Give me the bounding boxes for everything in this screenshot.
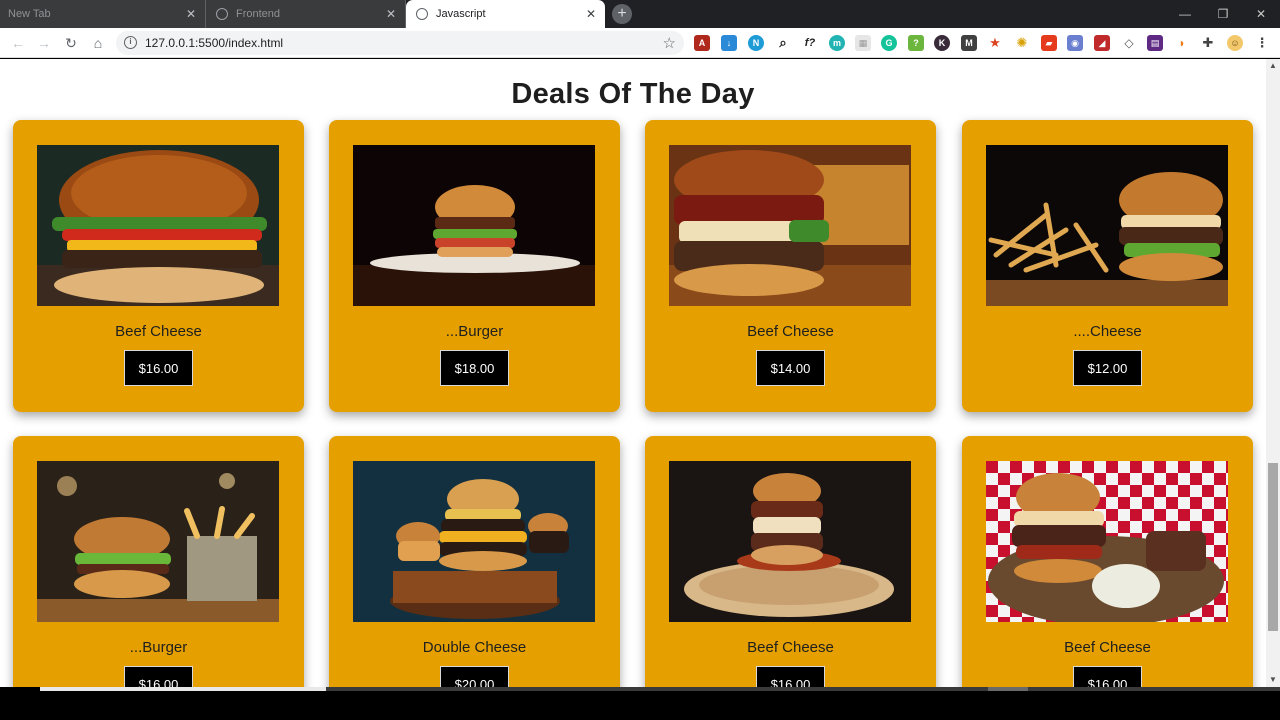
- product-name: Double Cheese: [422, 639, 527, 656]
- tag-extension-icon[interactable]: ◇: [1121, 35, 1137, 51]
- burger-image: [669, 461, 911, 622]
- product-card[interactable]: Beef Cheese $16.00: [645, 436, 936, 687]
- window-close-icon[interactable]: ✕: [1242, 0, 1280, 28]
- camera-extension-icon[interactable]: ◉: [1067, 35, 1083, 51]
- minimize-icon[interactable]: —: [1166, 0, 1204, 28]
- price-button[interactable]: $16.00: [124, 666, 193, 687]
- url-text: 127.0.0.1:5500/index.html: [145, 36, 284, 50]
- home-icon[interactable]: ⌂: [89, 34, 107, 52]
- burger-image: [986, 461, 1228, 622]
- maximize-icon[interactable]: ❐: [1204, 0, 1242, 28]
- product-name: Beef Cheese: [1064, 639, 1151, 656]
- tab-title: Javascript: [436, 8, 486, 20]
- product-name: Beef Cheese: [747, 323, 834, 340]
- bookmark-star-icon[interactable]: ☆: [663, 34, 676, 52]
- vertical-scrollbar[interactable]: ▲ ▼: [1266, 59, 1280, 687]
- burger-image: [353, 145, 595, 306]
- star-extension-icon[interactable]: ★: [987, 35, 1003, 51]
- brush-extension-icon[interactable]: ◗: [1174, 35, 1190, 51]
- tab-frontend[interactable]: Frontend ✕: [206, 0, 406, 28]
- n-extension-icon[interactable]: N: [748, 35, 764, 51]
- section-title: Deals Of The Day: [511, 78, 755, 110]
- taskbar-divider: [326, 687, 1280, 691]
- product-name: Beef Cheese: [115, 323, 202, 340]
- globe-icon: [216, 8, 228, 20]
- grammarly-extension-icon[interactable]: G: [881, 35, 897, 51]
- product-name: ...Burger: [445, 323, 504, 340]
- price-button[interactable]: $14.00: [756, 350, 825, 386]
- back-icon[interactable]: ←: [9, 34, 27, 52]
- product-name: ...Burger: [129, 639, 188, 656]
- magnifier-extension-icon[interactable]: ⌕: [775, 35, 791, 51]
- product-card[interactable]: Beef Cheese $16.00: [13, 120, 304, 412]
- product-card[interactable]: Beef Cheese $14.00: [645, 120, 936, 412]
- pdf-extension-icon[interactable]: A: [694, 35, 710, 51]
- product-name: Beef Cheese: [747, 639, 834, 656]
- k-extension-icon[interactable]: K: [934, 35, 950, 51]
- price-button[interactable]: $16.00: [124, 350, 193, 386]
- burger-image: [37, 145, 279, 306]
- price-button[interactable]: $20.00: [440, 666, 509, 687]
- price-button[interactable]: $16.00: [1073, 666, 1142, 687]
- grid-extension-icon[interactable]: ▦: [855, 35, 871, 51]
- product-card[interactable]: ...Burger $16.00: [13, 436, 304, 687]
- taskbar: [0, 687, 1280, 720]
- burger-image: [37, 461, 279, 622]
- product-card[interactable]: ....Cheese $12.00: [962, 120, 1253, 412]
- globe-icon: [416, 8, 428, 20]
- address-bar[interactable]: i 127.0.0.1:5500/index.html ☆: [116, 31, 684, 55]
- new-tab-button[interactable]: +: [612, 4, 632, 24]
- browser-toolbar: ← → ↻ ⌂ i 127.0.0.1:5500/index.html ☆ A …: [0, 28, 1280, 58]
- download-extension-icon[interactable]: ↓: [721, 35, 737, 51]
- flag-extension-icon[interactable]: ▰: [1041, 35, 1057, 51]
- tab-javascript[interactable]: Javascript ✕: [406, 0, 605, 28]
- browser-tab-strip: New Tab ✕ Frontend ✕ Javascript ✕ + — ❐ …: [0, 0, 1280, 28]
- burger-image: [353, 461, 595, 622]
- price-button[interactable]: $12.00: [1073, 350, 1142, 386]
- question-extension-icon[interactable]: ?: [908, 35, 924, 51]
- product-card[interactable]: ...Burger $18.00: [329, 120, 620, 412]
- product-card[interactable]: Beef Cheese $16.00: [962, 436, 1253, 687]
- menu-dots-icon[interactable]: ⋮: [1254, 35, 1270, 51]
- scroll-up-icon[interactable]: ▲: [1266, 59, 1280, 73]
- taskbar-divider: [988, 687, 1028, 691]
- close-icon[interactable]: ✕: [583, 7, 599, 21]
- font-extension-icon[interactable]: f?: [802, 35, 818, 51]
- product-name: ....Cheese: [1073, 323, 1142, 340]
- forward-icon[interactable]: →: [35, 34, 53, 52]
- chart-extension-icon[interactable]: ◢: [1094, 35, 1110, 51]
- burger-image: [669, 145, 911, 306]
- scroll-thumb[interactable]: [1268, 463, 1278, 631]
- tab-title: Frontend: [236, 8, 281, 20]
- burger-image: [986, 145, 1228, 306]
- page-viewport: Deals Of The Day Beef Cheese $16.00 ...B…: [0, 59, 1266, 687]
- ui-extension-icon[interactable]: ▤: [1147, 35, 1163, 51]
- avatar[interactable]: ☺: [1227, 35, 1243, 51]
- reload-icon[interactable]: ↻: [62, 34, 80, 52]
- scroll-down-icon[interactable]: ▼: [1266, 673, 1280, 687]
- tab-title: New Tab: [8, 8, 51, 20]
- price-button[interactable]: $18.00: [440, 350, 509, 386]
- price-button[interactable]: $16.00: [756, 666, 825, 687]
- close-icon[interactable]: ✕: [383, 7, 399, 21]
- m-square-extension-icon[interactable]: M: [961, 35, 977, 51]
- tab-new-tab[interactable]: New Tab ✕: [0, 0, 206, 28]
- gear-extension-icon[interactable]: ✺: [1014, 35, 1030, 51]
- puzzle-icon[interactable]: ✚: [1200, 35, 1216, 51]
- site-info-icon[interactable]: i: [124, 36, 137, 49]
- m-extension-icon[interactable]: m: [829, 35, 845, 51]
- product-card[interactable]: Double Cheese $20.00: [329, 436, 620, 687]
- close-icon[interactable]: ✕: [183, 7, 199, 21]
- taskbar-divider: [40, 687, 326, 691]
